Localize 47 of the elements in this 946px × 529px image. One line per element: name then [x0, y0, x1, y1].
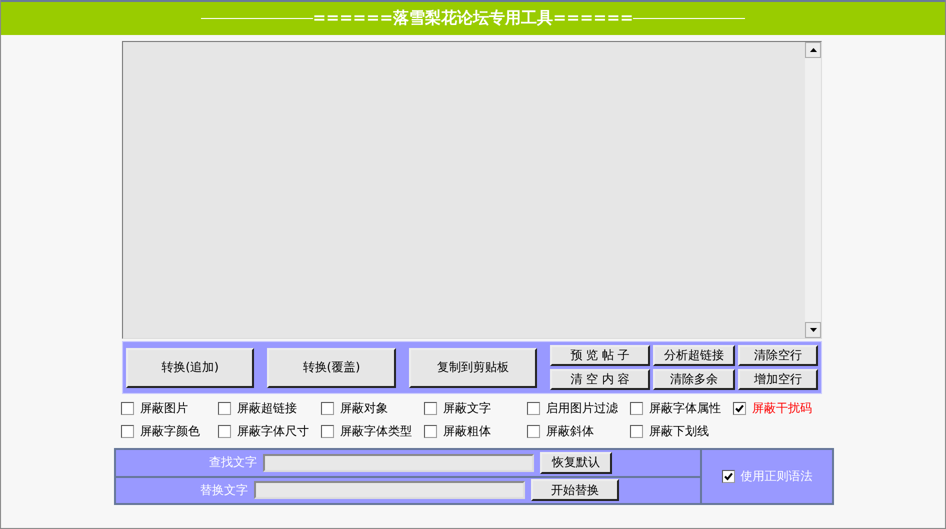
checkbox[interactable]: [321, 402, 334, 415]
action-button[interactable]: 增加空行: [738, 369, 818, 390]
replace-button[interactable]: 开始替换: [531, 479, 619, 502]
option-label: 屏蔽斜体: [546, 423, 594, 440]
reset-button[interactable]: 恢复默认: [540, 452, 612, 474]
checkbox[interactable]: [121, 425, 134, 438]
option-label: 屏蔽字颜色: [140, 423, 200, 440]
option-label: 屏蔽图片: [140, 400, 188, 417]
scroll-down-icon[interactable]: [805, 322, 821, 338]
scrollbar[interactable]: [805, 42, 821, 338]
option-label: 屏蔽下划线: [649, 423, 709, 440]
option-label: 屏蔽字体类型: [340, 423, 412, 440]
option-label: 屏蔽文字: [443, 400, 491, 417]
option-label: 屏蔽超链接: [237, 400, 297, 417]
checkbox[interactable]: [527, 425, 540, 438]
option-label: 屏蔽字体属性: [649, 400, 721, 417]
checkbox[interactable]: [733, 402, 746, 415]
option-label: 屏蔽粗体: [443, 423, 491, 440]
action-button[interactable]: 复制到剪贴板: [408, 348, 537, 388]
find-field[interactable]: [263, 454, 534, 472]
checkbox[interactable]: [630, 402, 643, 415]
page-title: ======落雪梨花论坛专用工具======: [312, 8, 634, 29]
action-button[interactable]: 转换(覆盖): [267, 348, 396, 388]
action-button[interactable]: 转换(追加): [126, 348, 254, 388]
checkbox[interactable]: [218, 402, 231, 415]
option-label: 启用图片过滤: [546, 400, 618, 417]
action-button[interactable]: 清 空 内 容: [550, 369, 650, 390]
checkbox[interactable]: [630, 425, 643, 438]
checkbox[interactable]: [722, 470, 734, 483]
checkbox[interactable]: [121, 402, 134, 415]
find-label: 查找文字: [208, 454, 257, 472]
action-button[interactable]: 分析超链接: [652, 345, 735, 366]
regex-label: 使用正则语法: [740, 468, 812, 485]
checkbox[interactable]: [321, 425, 334, 438]
action-button[interactable]: 清除多余: [652, 369, 735, 390]
option-label: 屏蔽干扰码: [752, 400, 812, 417]
checkbox[interactable]: [424, 425, 437, 438]
checkbox[interactable]: [424, 402, 437, 415]
checkbox[interactable]: [527, 402, 540, 415]
action-button[interactable]: 清除空行: [738, 345, 818, 366]
scroll-up-icon[interactable]: [805, 42, 821, 58]
option-label: 屏蔽字体尺寸: [237, 423, 309, 440]
checkbox[interactable]: [218, 425, 231, 438]
option-label: 屏蔽对象: [340, 400, 388, 417]
replace-field[interactable]: [254, 481, 525, 500]
action-button[interactable]: 预 览 帖 子: [550, 345, 650, 366]
replace-label: 替换文字: [199, 482, 248, 499]
